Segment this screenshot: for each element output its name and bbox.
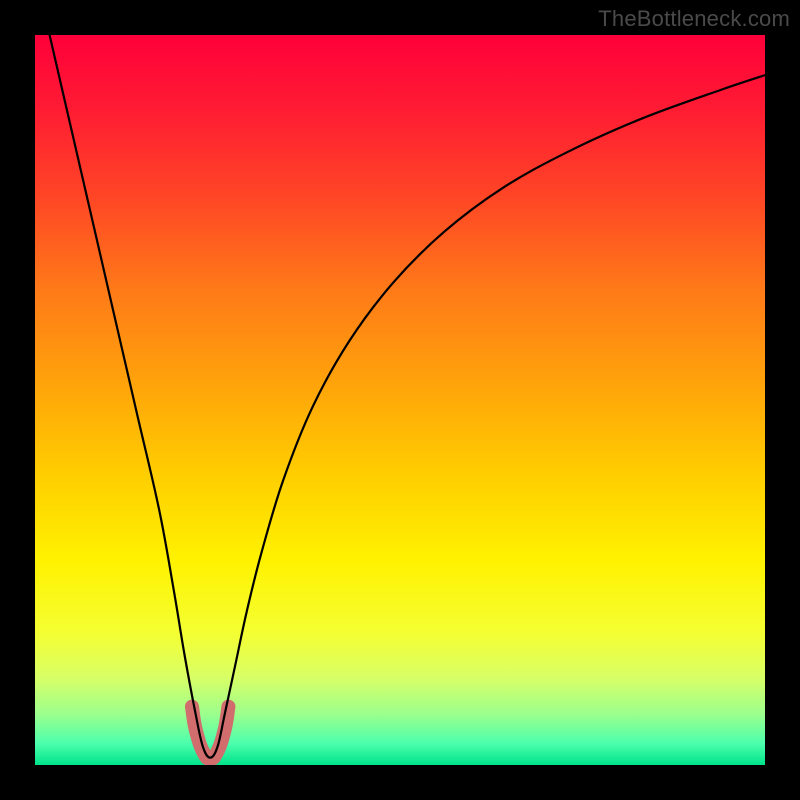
watermark-text: TheBottleneck.com: [598, 6, 790, 32]
outer-frame: TheBottleneck.com: [0, 0, 800, 800]
gradient-background: [35, 35, 765, 765]
plot-area: [35, 35, 765, 765]
chart-svg: [35, 35, 765, 765]
